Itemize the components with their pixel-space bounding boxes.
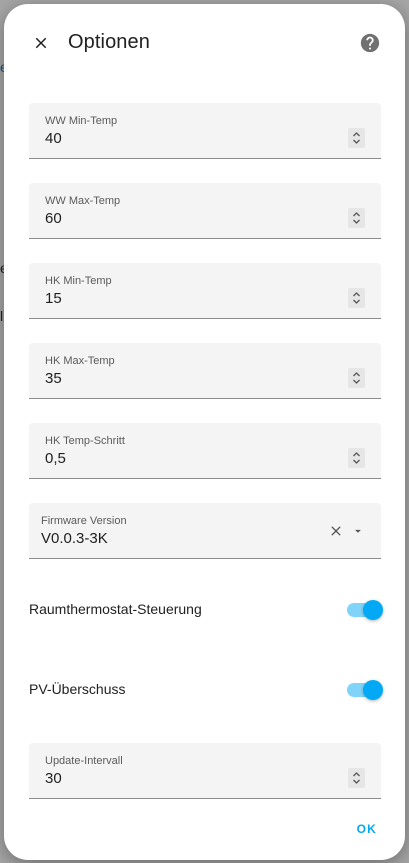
field-label: WW Min-Temp — [45, 115, 118, 127]
number-stepper[interactable] — [348, 768, 365, 788]
stepper-icon — [353, 452, 360, 464]
field-value: 0,5 — [45, 450, 66, 467]
number-stepper[interactable] — [348, 368, 365, 388]
switch-thumb — [363, 680, 383, 700]
dropdown-button[interactable] — [349, 522, 367, 540]
number-stepper[interactable] — [348, 128, 365, 148]
clear-button[interactable] — [327, 522, 345, 540]
field-label: HK Min-Temp — [45, 275, 112, 287]
ww-max-temp-field[interactable]: WW Max-Temp 60 — [29, 183, 381, 239]
field-value: 15 — [45, 290, 62, 307]
firmware-version-select[interactable]: Firmware Version V0.0.3-3K — [29, 503, 381, 559]
stepper-icon — [353, 292, 360, 304]
stepper-icon — [353, 132, 360, 144]
update-interval-field[interactable]: Update-Intervall 30 — [29, 743, 381, 799]
field-value: 35 — [45, 370, 62, 387]
close-button[interactable] — [26, 28, 56, 58]
field-value: 40 — [45, 130, 62, 147]
hk-temp-step-field[interactable]: HK Temp-Schritt 0,5 — [29, 423, 381, 479]
hk-max-temp-field[interactable]: HK Max-Temp 35 — [29, 343, 381, 399]
stepper-icon — [353, 212, 360, 224]
switch-thumb — [363, 600, 383, 620]
toggle-label: PV-Überschuss — [29, 681, 126, 697]
menu-down-icon — [355, 529, 361, 533]
options-dialog: Optionen WW Min-Temp 40 WW Max-Temp 60 H… — [4, 4, 405, 860]
room-thermostat-toggle-row: Raumthermostat-Steuerung — [29, 590, 383, 630]
dialog-title: Optionen — [68, 31, 150, 53]
dialog-header: Optionen — [4, 4, 405, 82]
pv-surplus-switch[interactable] — [345, 680, 383, 700]
stepper-icon — [353, 372, 360, 384]
field-label: HK Max-Temp — [45, 355, 115, 367]
field-label: Update-Intervall — [45, 755, 123, 767]
field-label: Firmware Version — [41, 515, 127, 527]
field-value: 60 — [45, 210, 62, 227]
hk-min-temp-field[interactable]: HK Min-Temp 15 — [29, 263, 381, 319]
ok-button[interactable]: OK — [357, 822, 377, 836]
number-stepper[interactable] — [348, 288, 365, 308]
close-icon — [331, 526, 341, 536]
field-label: HK Temp-Schritt — [45, 435, 125, 447]
number-stepper[interactable] — [348, 208, 365, 228]
field-value: 30 — [45, 770, 62, 787]
help-button[interactable] — [357, 30, 383, 56]
ww-min-temp-field[interactable]: WW Min-Temp 40 — [29, 103, 381, 159]
toggle-label: Raumthermostat-Steuerung — [29, 601, 202, 617]
room-thermostat-switch[interactable] — [345, 600, 383, 620]
number-stepper[interactable] — [348, 448, 365, 468]
select-value: V0.0.3-3K — [41, 530, 108, 547]
pv-surplus-toggle-row: PV-Überschuss — [29, 670, 383, 710]
stepper-icon — [353, 772, 360, 784]
field-label: WW Max-Temp — [45, 195, 121, 207]
help-circle-icon — [360, 33, 380, 53]
close-icon — [35, 37, 47, 49]
